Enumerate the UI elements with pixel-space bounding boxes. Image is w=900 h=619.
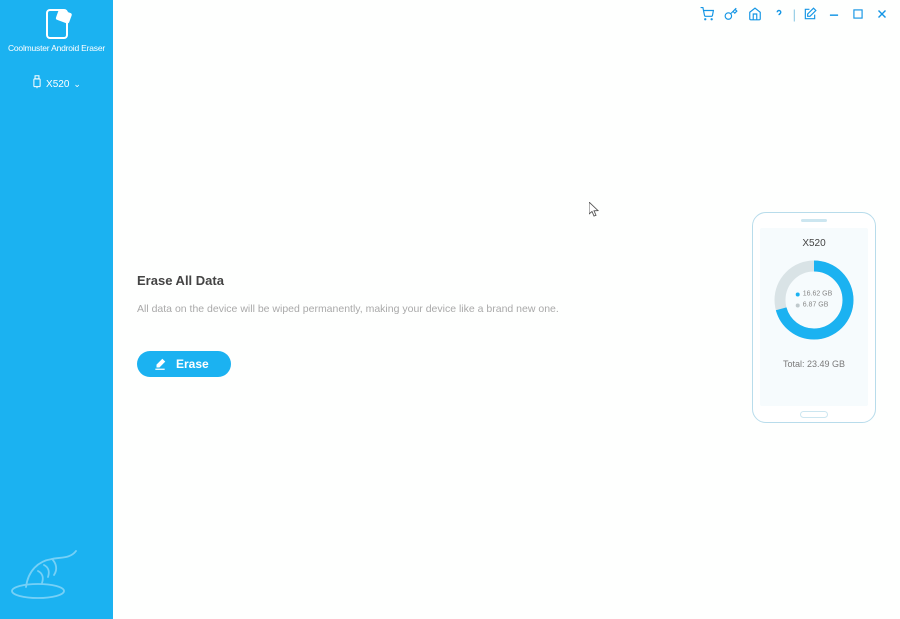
device-selector[interactable]: X520 ⌄ (0, 75, 113, 94)
erase-button[interactable]: Erase (137, 351, 231, 377)
device-panel-screen: X520 16.62 GB 6.87 GB Total: (760, 228, 868, 406)
app-logo-icon (41, 8, 73, 40)
device-panel: X520 16.62 GB 6.87 GB Total: (752, 212, 876, 423)
eraser-icon (153, 357, 167, 371)
erase-description: All data on the device will be wiped per… (137, 303, 559, 315)
legend-free-dot (796, 303, 800, 307)
minimize-icon[interactable] (826, 6, 842, 22)
erase-section: Erase All Data All data on the device wi… (137, 273, 559, 377)
storage-donut: 16.62 GB 6.87 GB (771, 257, 857, 343)
legend-used-dot (796, 293, 800, 297)
home-icon[interactable] (747, 6, 763, 22)
device-selector-label: X520 (46, 79, 69, 90)
legend-used-value: 16.62 GB (803, 290, 833, 301)
sidebar: Coolmuster Android Eraser X520 ⌄ (0, 0, 113, 619)
hand-illustration (8, 541, 98, 601)
main-content: Erase All Data All data on the device wi… (113, 0, 900, 619)
phone-home-button (800, 411, 828, 418)
maximize-icon[interactable] (850, 6, 866, 22)
device-name: X520 (802, 238, 825, 249)
app-logo: Coolmuster Android Eraser (0, 0, 113, 53)
phone-speaker (801, 219, 827, 222)
erase-title: Erase All Data (137, 273, 559, 288)
feedback-icon[interactable] (802, 6, 818, 22)
titlebar: | (699, 0, 900, 24)
titlebar-divider: | (793, 7, 796, 22)
cursor-icon (589, 202, 601, 218)
cart-icon[interactable] (699, 6, 715, 22)
storage-total: Total: 23.49 GB (783, 359, 845, 369)
usb-icon (32, 75, 42, 94)
close-icon[interactable] (874, 6, 890, 22)
chevron-down-icon: ⌄ (73, 79, 81, 90)
help-icon[interactable] (771, 6, 787, 22)
erase-button-label: Erase (176, 357, 209, 371)
storage-legend: 16.62 GB 6.87 GB (796, 290, 833, 311)
key-icon[interactable] (723, 6, 739, 22)
legend-free-value: 6.87 GB (803, 300, 829, 311)
app-title: Coolmuster Android Eraser (8, 43, 105, 53)
